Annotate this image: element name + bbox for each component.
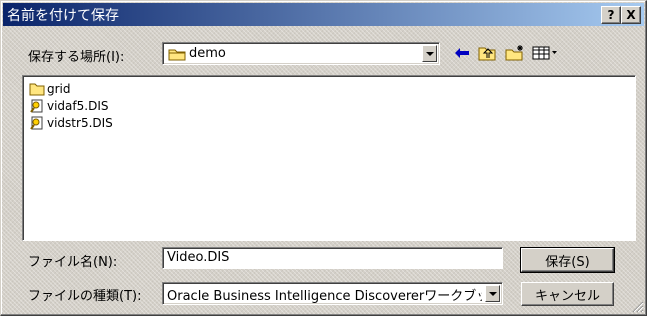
save-button[interactable]: 保存(S) [520,247,615,273]
discoverer-file-icon [29,116,45,130]
help-icon: ? [607,8,615,22]
location-folder-icon [168,47,186,64]
filename-input[interactable]: Video.DIS [162,247,503,269]
filename-label: ファイル名(N): [28,255,118,270]
up-folder-icon [478,47,496,61]
list-item[interactable]: grid [29,81,71,97]
list-item[interactable]: vidstr5.DIS [29,115,113,131]
cancel-button[interactable]: キャンセル [521,282,614,306]
file-name: vidstr5.DIS [47,116,113,130]
view-menu-icon [532,46,557,60]
back-arrow-icon [455,48,469,58]
folder-icon [29,82,45,96]
close-icon: X [626,8,636,22]
location-dropdown-button[interactable] [422,45,437,62]
location-label: 保存する場所(I): [28,50,125,65]
location-combo[interactable]: demo [162,42,440,65]
up-folder-button[interactable] [475,42,499,64]
help-button[interactable]: ? [601,6,621,24]
filetype-dropdown-button[interactable] [485,285,500,302]
view-menu-button[interactable] [530,42,560,64]
chevron-down-icon [488,291,497,296]
filetype-combo[interactable]: Oracle Business Intelligence Discovererワ… [162,282,503,305]
file-name: grid [47,82,71,96]
list-item[interactable]: vidaf5.DIS [29,98,108,114]
window-title: 名前を付けて保存 [7,7,119,24]
title-bar: 名前を付けて保存 ? X [3,3,644,26]
back-button[interactable] [450,42,474,64]
filename-value: Video.DIS [167,250,230,265]
close-button[interactable]: X [621,6,641,24]
new-folder-icon [505,45,523,61]
save-as-dialog: 名前を付けて保存 ? X 保存する場所(I): demo grid vidaf5… [0,0,647,316]
filetype-label: ファイルの種類(T): [28,289,142,304]
location-value: demo [189,46,226,61]
file-list[interactable]: grid vidaf5.DIS vidstr5.DIS [22,75,636,241]
discoverer-file-icon [29,99,45,113]
file-name: vidaf5.DIS [47,99,109,113]
resize-grip-icon[interactable] [632,301,644,313]
chevron-down-icon [425,51,434,56]
new-folder-button[interactable] [503,42,527,64]
filetype-value: Oracle Business Intelligence Discovererワ… [167,289,482,304]
